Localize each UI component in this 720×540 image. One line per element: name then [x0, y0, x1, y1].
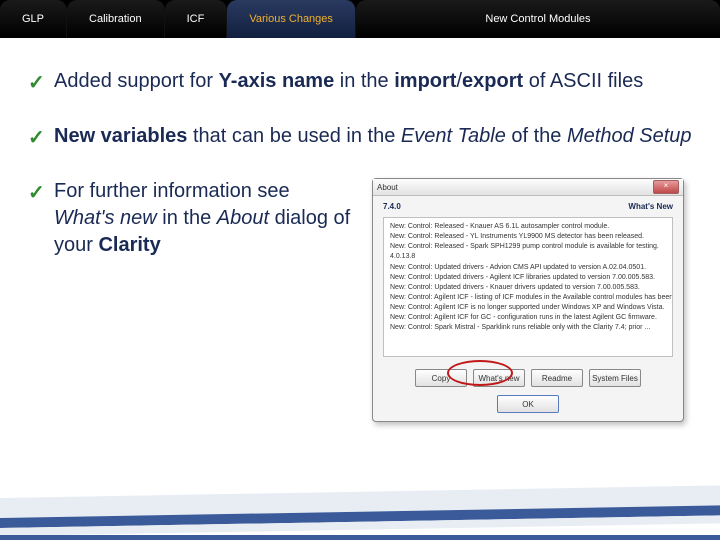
changelog-line: New: Control: Released - Knauer AS 6.1L …: [390, 222, 666, 232]
text-bold: Clarity: [98, 234, 160, 256]
whatsnew-button[interactable]: What's new: [473, 369, 525, 387]
tab-new-control-modules[interactable]: New Control Modules: [356, 0, 720, 38]
bullet-row-about: ✓ For further information see What's new…: [28, 178, 692, 422]
text-bold: import: [394, 70, 456, 92]
text-bold: export: [462, 70, 523, 92]
text: in the: [157, 207, 217, 229]
tab-bar: GLP Calibration ICF Various Changes New …: [0, 0, 720, 38]
bullet-new-variables: ✓ New variables that can be used in the …: [28, 123, 692, 150]
bullet-yaxis: ✓ Added support for Y-axis name in the i…: [28, 68, 692, 95]
changelog-line: New: Control: Released - Spark SPH1299 p…: [390, 242, 666, 252]
changelog-line: New: Control: Agilent ICF is no longer s…: [390, 303, 666, 313]
changelog-line: 4.0.13.8: [390, 252, 666, 262]
text-bold: Y-axis name: [219, 70, 335, 92]
tab-label: ICF: [187, 13, 205, 25]
tab-calibration[interactable]: Calibration: [67, 0, 165, 38]
text: of ASCII files: [523, 70, 643, 92]
check-icon: ✓: [28, 125, 45, 152]
about-buttons: Copy What's new Readme System Files: [373, 363, 683, 395]
text-bold: New variables: [54, 125, 187, 147]
changelog-line: New: Control: Updated drivers - Advion C…: [390, 263, 666, 273]
changelog-line: New: Control: Agilent ICF - listing of I…: [390, 293, 666, 303]
text: that can be used in the: [187, 125, 401, 147]
about-header: 7.4.0 What's New: [373, 196, 683, 215]
changelog-line: New: Control: Updated drivers - Agilent …: [390, 273, 666, 283]
ok-button[interactable]: OK: [497, 395, 559, 413]
text: Added support for: [54, 70, 219, 92]
tab-label: GLP: [22, 13, 44, 25]
text: in the: [334, 70, 394, 92]
stripe-decoration: [0, 505, 720, 528]
check-icon: ✓: [28, 70, 45, 97]
text-italic: About: [217, 207, 269, 229]
about-dialog: About × 7.4.0 What's New New: Control: R…: [372, 178, 684, 422]
text: of the: [506, 125, 567, 147]
bullet-whatsnew: ✓ For further information see What's new…: [28, 178, 354, 259]
text-italic: Event Table: [401, 125, 506, 147]
slide-body: ✓ Added support for Y-axis name in the i…: [0, 38, 720, 500]
about-title: About: [377, 183, 398, 192]
text: For further information see: [54, 180, 290, 202]
copy-button[interactable]: Copy: [415, 369, 467, 387]
about-titlebar: About ×: [373, 179, 683, 196]
tab-icf[interactable]: ICF: [165, 0, 228, 38]
about-changelog[interactable]: New: Control: Released - Knauer AS 6.1L …: [383, 217, 673, 357]
text-italic: Method Setup: [567, 125, 692, 147]
tab-glp[interactable]: GLP: [0, 0, 67, 38]
stripe-decoration: [0, 535, 720, 540]
tab-label: Calibration: [89, 13, 142, 25]
changelog-line: New: Control: Spark Mistral - Sparklink …: [390, 323, 666, 333]
readme-button[interactable]: Readme: [531, 369, 583, 387]
changelog-line: New: Control: Agilent ICF for GC - confi…: [390, 313, 666, 323]
close-icon[interactable]: ×: [653, 180, 679, 194]
text-italic: What's new: [54, 207, 157, 229]
tab-label: New Control Modules: [485, 13, 590, 25]
system-files-button[interactable]: System Files: [589, 369, 641, 387]
footer-stripes: [0, 498, 720, 540]
changelog-line: New: Control: Released - YL Instruments …: [390, 232, 666, 242]
tab-various-changes[interactable]: Various Changes: [227, 0, 356, 38]
stripe-decoration: [0, 515, 720, 536]
tab-label: Various Changes: [249, 13, 333, 25]
changelog-line: New: Control: Updated drivers - Knauer d…: [390, 283, 666, 293]
about-version: 7.4.0: [383, 202, 401, 211]
whatsnew-header: What's New: [628, 202, 673, 211]
check-icon: ✓: [28, 180, 45, 207]
